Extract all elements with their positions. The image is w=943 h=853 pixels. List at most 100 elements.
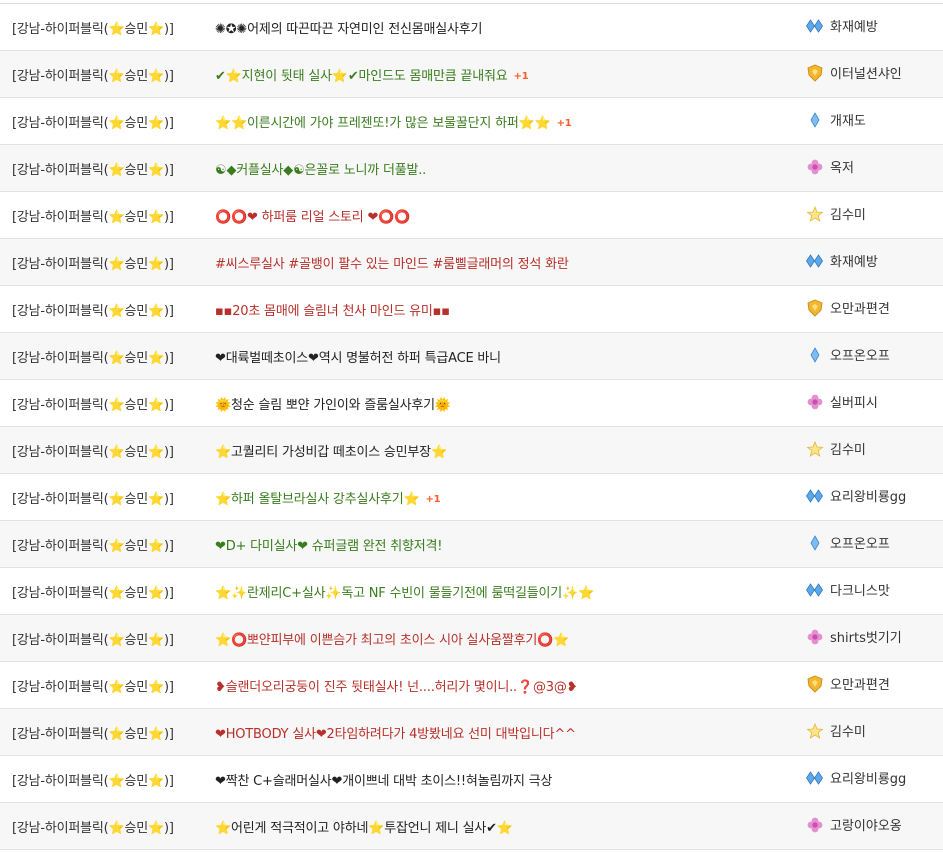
post-title-text: ✔⭐지현이 뒷태 실사⭐✔마인드도 몸매만큼 끝내줘요 <box>215 69 508 84</box>
author-name: shirts벗기기 <box>830 631 902 646</box>
author[interactable]: 오프온오프 <box>806 533 890 552</box>
post-title-link[interactable]: ⭐⭕뽀얀피부에 이쁜슴가 최고의 초이스 시아 실사움짤후기⭕⭐ <box>215 629 795 648</box>
post-title-link[interactable]: ❥슬랜더오리궁둥이 진주 뒷태실사! 넌....허리가 몇이니..❓@3@❥ <box>215 676 795 695</box>
post-title-link[interactable]: ⭐고퀄리티 가성비갑 떼초이스 승민부장⭐ <box>215 441 795 460</box>
comment-count: +1 <box>425 494 441 505</box>
post-title-text: ✺✪✺어제의 따끈따끈 자연미인 전신몸매실사후기 <box>215 22 483 37</box>
post-title-link[interactable]: 🌞청순 슬림 뽀얀 가인이와 즐룸실사후기🌞 <box>215 394 795 413</box>
author-name: 김수미 <box>830 208 866 223</box>
post-title-text: ☯◆커플실사◆☯은꼴로 노니까 더풀발.. <box>215 163 427 178</box>
star-icon <box>806 722 824 740</box>
post-row[interactable]: [강남-하이퍼블릭(⭐승민⭐)] ☯◆커플실사◆☯은꼴로 노니까 더풀발.. 옥저 <box>0 145 943 192</box>
post-row[interactable]: [강남-하이퍼블릭(⭐승민⭐)] ✔⭐지현이 뒷태 실사⭐✔마인드도 몸매만큼 끝… <box>0 51 943 98</box>
post-title-text: ❥슬랜더오리궁둥이 진주 뒷태실사! 넌....허리가 몇이니..❓@3@❥ <box>215 680 578 695</box>
post-title-link[interactable]: ☯◆커플실사◆☯은꼴로 노니까 더풀발.. <box>215 159 795 178</box>
post-row[interactable]: [강남-하이퍼블릭(⭐승민⭐)] ✺✪✺어제의 따끈따끈 자연미인 전신몸매실사후… <box>0 4 943 51</box>
author[interactable]: 요리왕비룡gg <box>806 486 906 505</box>
post-title-text: #씨스루실사 #골뱅이 팔수 있는 마인드 #룸삘글래머의 정석 화란 <box>215 257 569 272</box>
author-name: 실버피시 <box>830 396 878 411</box>
author[interactable]: 오만과편견 <box>806 674 890 693</box>
author-name: 요리왕비룡gg <box>830 490 907 505</box>
post-title-text: ⭐⭕뽀얀피부에 이쁜슴가 최고의 초이스 시아 실사움짤후기⭕⭐ <box>215 633 570 648</box>
author[interactable]: 이터널션샤인 <box>806 63 902 82</box>
post-title-link[interactable]: ▪▪20초 몸매에 슬림녀 천사 마인드 유미▪▪ <box>215 300 795 319</box>
author-name: 고랑이야오옹 <box>830 819 902 834</box>
star-icon <box>806 440 824 458</box>
author[interactable]: 요리왕비룡gg <box>806 768 906 787</box>
author-name: 화재예방 <box>830 20 878 35</box>
post-row[interactable]: [강남-하이퍼블릭(⭐승민⭐)] ⭐⭕뽀얀피부에 이쁜슴가 최고의 초이스 시아 … <box>0 615 943 662</box>
author[interactable]: 옥저 <box>806 157 854 176</box>
shop-tag: [강남-하이퍼블릭(⭐승민⭐)] <box>12 351 174 366</box>
post-title-link[interactable]: ⭕⭕❤ 하퍼룸 리얼 스토리 ❤⭕⭕ <box>215 206 795 225</box>
post-title-text: ⭐어린게 적극적이고 야하네⭐투잡언니 제니 실사✔⭐ <box>215 821 513 836</box>
post-title-link[interactable]: #씨스루실사 #골뱅이 팔수 있는 마인드 #룸삘글래머의 정석 화란 <box>215 253 795 272</box>
author-name: 오만과편견 <box>830 302 890 317</box>
author-name: 옥저 <box>830 161 854 176</box>
shop-tag: [강남-하이퍼블릭(⭐승민⭐)] <box>12 586 174 601</box>
double-diamond-icon <box>806 252 824 270</box>
post-title-link[interactable]: ❤대륙벌떼초이스❤역시 명불허전 하퍼 특급ACE 바니 <box>215 347 795 366</box>
post-title-text: ▪▪20초 몸매에 슬림녀 천사 마인드 유미▪▪ <box>215 304 450 319</box>
post-title-link[interactable]: ✔⭐지현이 뒷태 실사⭐✔마인드도 몸매만큼 끝내줘요 +1 <box>215 65 795 84</box>
post-row[interactable]: [강남-하이퍼블릭(⭐승민⭐)] ▪▪20초 몸매에 슬림녀 천사 마인드 유미▪… <box>0 286 943 333</box>
author[interactable]: 오프온오프 <box>806 345 890 364</box>
post-row[interactable]: [강남-하이퍼블릭(⭐승민⭐)] 🌞청순 슬림 뽀얀 가인이와 즐룸실사후기🌞 실버… <box>0 380 943 427</box>
shop-tag: [강남-하이퍼블릭(⭐승민⭐)] <box>12 727 174 742</box>
author-name: 오프온오프 <box>830 537 890 552</box>
author[interactable]: 개재도 <box>806 110 866 129</box>
post-row[interactable]: [강남-하이퍼블릭(⭐승민⭐)] ⭕⭕❤ 하퍼룸 리얼 스토리 ❤⭕⭕ 김수미 <box>0 192 943 239</box>
post-title-text: ❤짝찬 C+슬래머실사❤개이쁘네 대박 초이스!!혀놀림까지 극상 <box>215 774 553 789</box>
author[interactable]: 고랑이야오옹 <box>806 815 902 834</box>
author[interactable]: 김수미 <box>806 439 866 458</box>
post-title-link[interactable]: ⭐⭐이른시간에 가야 프레젠또!가 많은 보물꿀단지 하퍼⭐⭐ +1 <box>215 112 795 131</box>
author[interactable]: 김수미 <box>806 721 866 740</box>
author-name: 화재예방 <box>830 255 878 270</box>
post-row[interactable]: [강남-하이퍼블릭(⭐승민⭐)] ❤HOTBODY 실사❤2타임하려다가 4방봤네… <box>0 709 943 756</box>
star-icon <box>806 205 824 223</box>
author[interactable]: 화재예방 <box>806 251 878 270</box>
author[interactable]: 실버피시 <box>806 392 878 411</box>
flower-icon <box>806 816 824 834</box>
author[interactable]: 다크니스맛 <box>806 580 890 599</box>
post-title-text: ❤대륙벌떼초이스❤역시 명불허전 하퍼 특급ACE 바니 <box>215 351 501 366</box>
post-row[interactable]: [강남-하이퍼블릭(⭐승민⭐)] ⭐고퀄리티 가성비갑 떼초이스 승민부장⭐ 김수미 <box>0 427 943 474</box>
shop-tag: [강남-하이퍼블릭(⭐승민⭐)] <box>12 210 174 225</box>
post-row[interactable]: [강남-하이퍼블릭(⭐승민⭐)] ⭐하퍼 올탈브라실사 강추실사후기⭐ +1 요리왕비… <box>0 474 943 521</box>
author-name: 이터널션샤인 <box>830 67 902 82</box>
shop-tag: [강남-하이퍼블릭(⭐승민⭐)] <box>12 398 174 413</box>
author-name: 오만과편견 <box>830 678 890 693</box>
shop-tag: [강남-하이퍼블릭(⭐승민⭐)] <box>12 821 174 836</box>
shop-tag: [강남-하이퍼블릭(⭐승민⭐)] <box>12 116 174 131</box>
shop-tag: [강남-하이퍼블릭(⭐승민⭐)] <box>12 163 174 178</box>
post-row[interactable]: [강남-하이퍼블릭(⭐승민⭐)] ❤짝찬 C+슬래머실사❤개이쁘네 대박 초이스!… <box>0 756 943 803</box>
author-name: 김수미 <box>830 725 866 740</box>
post-row[interactable]: [강남-하이퍼블릭(⭐승민⭐)] ⭐✨란제리C+실사✨독고 NF 수빈이 물들기전… <box>0 568 943 615</box>
flower-icon <box>806 158 824 176</box>
post-row[interactable]: [강남-하이퍼블릭(⭐승민⭐)] ❤D+ 다미실사❤ 슈퍼글램 완전 취향저격! 오… <box>0 521 943 568</box>
post-row[interactable]: [강남-하이퍼블릭(⭐승민⭐)] ⭐⭐이른시간에 가야 프레젠또!가 많은 보물꿀… <box>0 98 943 145</box>
post-title-link[interactable]: ❤짝찬 C+슬래머실사❤개이쁘네 대박 초이스!!혀놀림까지 극상 <box>215 770 795 789</box>
post-title-link[interactable]: ✺✪✺어제의 따끈따끈 자연미인 전신몸매실사후기 <box>215 18 795 37</box>
post-title-link[interactable]: ⭐✨란제리C+실사✨독고 NF 수빈이 물들기전에 룸떡길들이기✨⭐ <box>215 582 795 601</box>
author[interactable]: 오만과편견 <box>806 298 890 317</box>
author[interactable]: shirts벗기기 <box>806 627 902 646</box>
post-row[interactable]: [강남-하이퍼블릭(⭐승민⭐)] #씨스루실사 #골뱅이 팔수 있는 마인드 #룸… <box>0 239 943 286</box>
author[interactable]: 김수미 <box>806 204 866 223</box>
author[interactable]: 화재예방 <box>806 16 878 35</box>
diamond-icon <box>806 346 824 364</box>
post-title-link[interactable]: ⭐하퍼 올탈브라실사 강추실사후기⭐ +1 <box>215 488 795 507</box>
post-row[interactable]: [강남-하이퍼블릭(⭐승민⭐)] ❥슬랜더오리궁둥이 진주 뒷태실사! 넌....… <box>0 662 943 709</box>
post-row[interactable]: [강남-하이퍼블릭(⭐승민⭐)] ⭐어린게 적극적이고 야하네⭐투잡언니 제니 실… <box>0 803 943 850</box>
post-title-link[interactable]: ❤D+ 다미실사❤ 슈퍼글램 완전 취향저격! <box>215 535 795 554</box>
post-title-link[interactable]: ❤HOTBODY 실사❤2타임하려다가 4방봤네요 선미 대박입니다^^ <box>215 723 795 742</box>
post-title-link[interactable]: ⭐어린게 적극적이고 야하네⭐투잡언니 제니 실사✔⭐ <box>215 817 795 836</box>
post-row[interactable]: [강남-하이퍼블릭(⭐승민⭐)] ❤대륙벌떼초이스❤역시 명불허전 하퍼 특급AC… <box>0 333 943 380</box>
shop-tag: [강남-하이퍼블릭(⭐승민⭐)] <box>12 492 174 507</box>
shop-tag: [강남-하이퍼블릭(⭐승민⭐)] <box>12 22 174 37</box>
double-diamond-icon <box>806 17 824 35</box>
post-title-text: ⭐하퍼 올탈브라실사 강추실사후기⭐ <box>215 492 420 507</box>
shop-tag: [강남-하이퍼블릭(⭐승민⭐)] <box>12 257 174 272</box>
shop-tag: [강남-하이퍼블릭(⭐승민⭐)] <box>12 69 174 84</box>
shop-tag: [강남-하이퍼블릭(⭐승민⭐)] <box>12 680 174 695</box>
